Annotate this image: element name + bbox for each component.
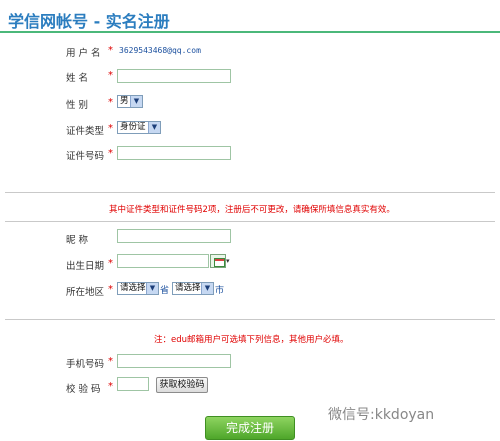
city-select-value: 请选择 xyxy=(175,283,201,293)
phone-input[interactable] xyxy=(117,354,231,368)
phone-label: 手机号码 xyxy=(66,359,105,370)
required-mark: * xyxy=(108,258,113,269)
section-divider xyxy=(5,192,495,193)
watermark: 微信号:kkdoyan xyxy=(328,407,435,423)
birthdate-input[interactable] xyxy=(117,254,209,268)
chevron-down-icon: ▼ xyxy=(201,283,213,294)
required-mark: * xyxy=(108,148,113,159)
calendar-icon[interactable] xyxy=(210,254,226,268)
chevron-down-icon: ▼ xyxy=(148,122,160,133)
username-value: 3629543468@qq.com xyxy=(119,46,201,55)
captcha-input[interactable] xyxy=(117,377,149,391)
gender-select-value: 男 xyxy=(120,96,129,106)
section-divider xyxy=(5,221,495,222)
submit-button[interactable]: 完成注册 xyxy=(205,416,295,440)
required-mark: * xyxy=(108,97,113,108)
page-title: 学信网帐号 - 实名注册 xyxy=(8,12,170,31)
idnum-label: 证件号码 xyxy=(66,151,105,162)
nickname-label: 昵 称 xyxy=(66,235,89,246)
title-divider xyxy=(0,31,500,33)
required-mark: * xyxy=(108,284,113,295)
required-mark: * xyxy=(108,123,113,134)
chevron-down-icon: ▼ xyxy=(130,96,142,107)
name-input[interactable] xyxy=(117,69,231,83)
chevron-down-icon[interactable]: ▾ xyxy=(226,257,230,265)
notice-id-warning: 其中证件类型和证件号码2项，注册后不可更改，请确保所填信息真实有效。 xyxy=(109,205,395,215)
idtype-label: 证件类型 xyxy=(66,126,105,137)
notice-edu-optional: 注：edu邮箱用户可选填下列信息，其他用户必填。 xyxy=(154,335,349,345)
required-mark: * xyxy=(108,381,113,392)
gender-label: 性 别 xyxy=(66,100,89,111)
name-label: 姓 名 xyxy=(66,73,89,84)
required-mark: * xyxy=(108,356,113,367)
idtype-select[interactable]: 身份证 ▼ xyxy=(117,121,161,134)
required-mark: * xyxy=(108,45,113,56)
chevron-down-icon: ▼ xyxy=(146,283,158,294)
province-select-value: 请选择 xyxy=(120,283,146,293)
region-label: 所在地区 xyxy=(66,287,105,298)
required-mark: * xyxy=(108,70,113,81)
city-select[interactable]: 请选择 ▼ xyxy=(172,282,214,295)
section-divider xyxy=(5,319,495,320)
province-select[interactable]: 请选择 ▼ xyxy=(117,282,159,295)
idtype-select-value: 身份证 xyxy=(120,122,146,132)
captcha-label: 校 验 码 xyxy=(66,384,101,395)
province-suffix: 省 xyxy=(160,286,170,296)
username-label: 用 户 名 xyxy=(66,48,101,59)
city-suffix: 市 xyxy=(215,286,225,296)
birth-label: 出生日期 xyxy=(66,261,105,272)
gender-select[interactable]: 男 ▼ xyxy=(117,95,143,108)
idnum-input[interactable] xyxy=(117,146,231,160)
get-code-button[interactable]: 获取校验码 xyxy=(156,377,208,393)
nickname-input[interactable] xyxy=(117,229,231,243)
